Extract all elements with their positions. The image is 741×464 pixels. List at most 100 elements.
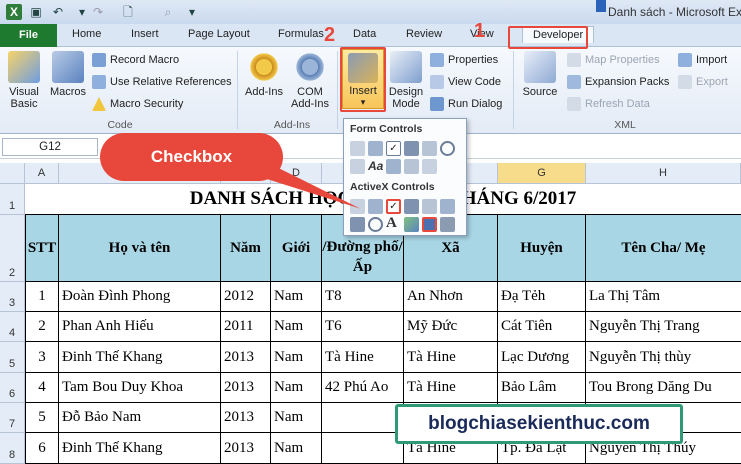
cell-name[interactable]: Phan Anh Hiếu: [59, 312, 221, 342]
cell-parent[interactable]: La Thị Tâm: [586, 282, 741, 312]
export-button[interactable]: Export: [678, 75, 728, 89]
option-button-activex-icon[interactable]: [368, 217, 383, 232]
tab-review[interactable]: Review: [406, 28, 442, 40]
tab-page-layout[interactable]: Page Layout: [188, 28, 250, 40]
row-header[interactable]: 5: [0, 342, 25, 373]
cell-stt[interactable]: 5: [25, 403, 59, 433]
label-form-control-icon[interactable]: Aa: [368, 159, 383, 174]
button-form-control-icon[interactable]: [350, 141, 365, 156]
cell-name[interactable]: Đoàn Đình Phong: [59, 282, 221, 312]
row-header[interactable]: 6: [0, 373, 25, 403]
refresh-data-button[interactable]: Refresh Data: [567, 97, 650, 111]
cell-district[interactable]: Bảo Lâm: [498, 373, 586, 403]
toggle-button-activex-icon[interactable]: [422, 217, 437, 232]
combo-box-form-control-icon[interactable]: [368, 141, 383, 156]
cell-street[interactable]: [322, 433, 404, 464]
scroll-bar-form-control-icon[interactable]: [386, 159, 401, 174]
map-properties-button[interactable]: Map Properties: [567, 53, 660, 67]
cell-name[interactable]: Đinh Thế Khang: [59, 342, 221, 373]
cell-parent[interactable]: Nguyễn Thị Trang: [586, 312, 741, 342]
cell-gender[interactable]: Nam: [271, 312, 322, 342]
add-ins-button[interactable]: Add-Ins: [244, 51, 284, 98]
spin-button-form-control-icon[interactable]: [404, 141, 419, 156]
undo-dropdown-icon[interactable]: ▾: [74, 4, 90, 20]
cell-gender[interactable]: Nam: [271, 373, 322, 403]
cell-stt[interactable]: 2: [25, 312, 59, 342]
cell-parent[interactable]: Nguyễn Thị thùy: [586, 342, 741, 373]
zoom-icon[interactable]: ⌕: [160, 4, 176, 20]
cell-stt[interactable]: 1: [25, 282, 59, 312]
undo-icon[interactable]: ↶: [50, 4, 66, 20]
save-icon[interactable]: ▣: [28, 4, 44, 20]
row-header[interactable]: 2: [0, 215, 25, 282]
checkbox-form-control-icon[interactable]: ✓: [386, 141, 401, 156]
cell-parent[interactable]: Tou Brong Dăng Du: [586, 373, 741, 403]
cell-year[interactable]: 2013: [221, 433, 271, 464]
option-button-form-control-icon[interactable]: [440, 141, 455, 156]
combo-box-activex-icon[interactable]: [368, 199, 383, 214]
tab-file[interactable]: File: [0, 24, 57, 47]
cell-name[interactable]: Đinh Thế Khang: [59, 433, 221, 464]
com-add-ins-button[interactable]: COM Add-Ins: [288, 51, 332, 110]
header-district[interactable]: Huyện: [498, 215, 586, 282]
header-parent[interactable]: Tên Cha/ Mẹ: [586, 215, 741, 282]
cell-gender[interactable]: Nam: [271, 403, 322, 433]
view-code-button[interactable]: View Code: [430, 75, 501, 89]
row-header[interactable]: 4: [0, 312, 25, 342]
tab-home[interactable]: Home: [72, 28, 101, 40]
select-all-corner[interactable]: [0, 163, 25, 184]
list-box-form-control-icon[interactable]: [422, 141, 437, 156]
cell-gender[interactable]: Nam: [271, 342, 322, 373]
list-box-activex-icon[interactable]: [404, 199, 419, 214]
relative-references-button[interactable]: Use Relative References: [92, 75, 232, 89]
column-header[interactable]: G: [498, 163, 586, 184]
cell-year[interactable]: 2013: [221, 373, 271, 403]
cell-year[interactable]: 2013: [221, 403, 271, 433]
cell-year[interactable]: 2013: [221, 342, 271, 373]
cell-district[interactable]: Cát Tiên: [498, 312, 586, 342]
cell-year[interactable]: 2011: [221, 312, 271, 342]
text-box-activex-icon[interactable]: [422, 199, 437, 214]
cell-commune[interactable]: Tà Hine: [404, 342, 498, 373]
macros-button[interactable]: Macros: [48, 51, 88, 98]
visual-basic-button[interactable]: Visual Basic: [4, 51, 44, 110]
image-activex-icon[interactable]: [404, 217, 419, 232]
cell-commune[interactable]: An Nhơn: [404, 282, 498, 312]
scroll-bar-activex-icon[interactable]: [440, 199, 455, 214]
cell-name[interactable]: Tam Bou Duy Khoa: [59, 373, 221, 403]
cell-stt[interactable]: 6: [25, 433, 59, 464]
cell-street[interactable]: T8: [322, 282, 404, 312]
tab-data[interactable]: Data: [353, 28, 376, 40]
tab-formulas[interactable]: Formulas: [278, 28, 324, 40]
macro-security-button[interactable]: Macro Security: [92, 97, 183, 111]
cell-commune[interactable]: Tà Hine: [404, 373, 498, 403]
row-header[interactable]: 3: [0, 282, 25, 312]
more-controls-activex-icon[interactable]: [440, 217, 455, 232]
cell-district[interactable]: Đạ Tẻh: [498, 282, 586, 312]
checkbox-activex-icon[interactable]: ✓: [386, 199, 401, 214]
run-dialog-button[interactable]: Run Dialog: [430, 97, 502, 111]
name-box[interactable]: G12: [2, 138, 98, 156]
cell-stt[interactable]: 4: [25, 373, 59, 403]
cell-street[interactable]: Tà Hine: [322, 342, 404, 373]
expansion-packs-button[interactable]: Expansion Packs: [567, 75, 669, 89]
spin-button-activex-icon[interactable]: [350, 217, 365, 232]
cell-street[interactable]: T6: [322, 312, 404, 342]
column-header[interactable]: H: [586, 163, 741, 184]
tab-insert[interactable]: Insert: [131, 28, 159, 40]
cell-gender[interactable]: Nam: [271, 282, 322, 312]
group-box-form-control-icon[interactable]: [350, 159, 365, 174]
cell-street[interactable]: [322, 403, 404, 433]
header-stt[interactable]: STT: [25, 215, 59, 282]
record-macro-button[interactable]: Record Macro: [92, 53, 179, 67]
print-preview-icon[interactable]: 🗋: [120, 4, 136, 20]
cell-district[interactable]: Lạc Dương: [498, 342, 586, 373]
source-button[interactable]: Source: [520, 51, 560, 98]
customize-toolbar-icon[interactable]: ▾: [184, 4, 200, 20]
cell-stt[interactable]: 3: [25, 342, 59, 373]
cell-year[interactable]: 2012: [221, 282, 271, 312]
header-name[interactable]: Họ và tên: [59, 215, 221, 282]
header-gender[interactable]: Giới: [271, 215, 322, 282]
label-activex-icon[interactable]: A: [386, 215, 401, 231]
header-year[interactable]: Năm: [221, 215, 271, 282]
